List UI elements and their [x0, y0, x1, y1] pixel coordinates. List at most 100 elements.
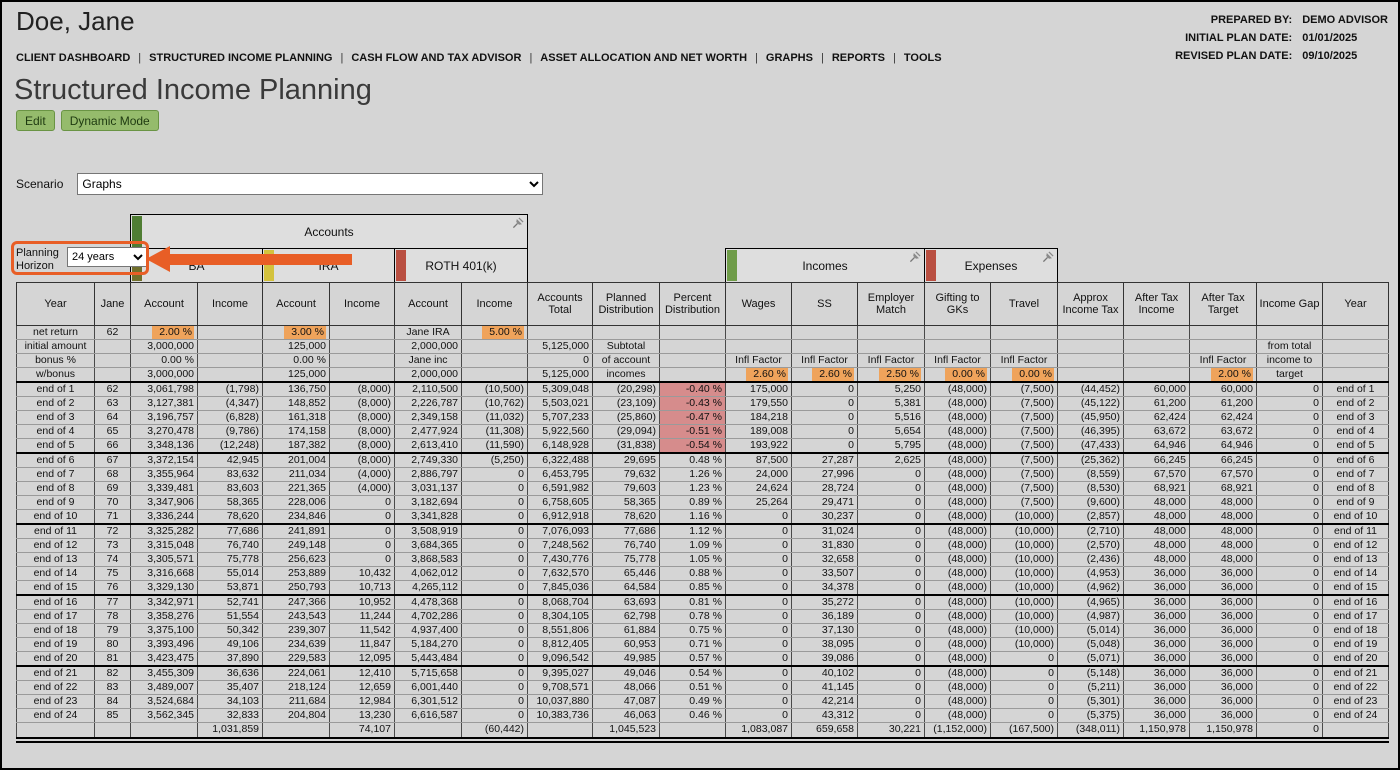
table-cell: 0	[857, 694, 925, 709]
table-cell: end of 4	[16, 424, 95, 439]
table-cell: 13,230	[329, 708, 395, 723]
table-cell: 3,455,309	[130, 665, 198, 681]
table-row: end of 24 85 3,562,345 32,833 204,804 13,230 6…	[16, 708, 1389, 723]
incomes-group-label: Incomes	[802, 258, 848, 273]
rate-input-cell[interactable]: 0.00 %	[924, 367, 991, 383]
table-row: end of 9 70 3,347,906 58,365 228,006 0 3,182,6…	[16, 495, 1389, 510]
table-cell: 0	[1256, 396, 1323, 411]
table-cell: (7,500)	[990, 452, 1058, 468]
nav-separator: |	[529, 52, 533, 64]
rate-input-cell[interactable]: 2.60 %	[791, 367, 858, 383]
nav-item-structured-income-planning[interactable]: STRUCTURED INCOME PLANNING	[149, 52, 332, 64]
table-cell	[262, 722, 330, 743]
ba-account-header: BA	[130, 248, 263, 283]
table-cell: 0	[857, 594, 925, 610]
table-cell: 5,125,000	[527, 367, 593, 383]
table-cell: 58,365	[592, 495, 660, 510]
table-cell: end of 17	[1322, 609, 1389, 624]
table-cell	[659, 722, 726, 743]
table-cell: (7,500)	[990, 410, 1058, 425]
column-header: Approx Income Tax	[1057, 282, 1124, 326]
table-cell: 249,148	[262, 538, 330, 553]
pin-icon[interactable]	[1042, 251, 1054, 263]
column-header: Wages	[725, 282, 792, 326]
table-cell: 0	[461, 708, 528, 723]
rate-input-cell[interactable]: 2.00 %	[130, 325, 198, 340]
table-cell: 83	[94, 680, 131, 695]
table-cell: 5,516	[857, 410, 925, 425]
table-cell: 3,061,798	[130, 381, 198, 397]
table-cell: 3,508,919	[394, 523, 462, 539]
roth-401k-account-header: ROTH 401(k)	[394, 248, 528, 283]
table-cell: 67,570	[1189, 467, 1257, 482]
table-cell: 189,008	[725, 424, 792, 439]
table-cell: 0.54 %	[659, 665, 726, 681]
table-cell: end of 11	[1322, 523, 1389, 539]
table-cell: 78,620	[197, 509, 263, 525]
table-cell: 7,845,036	[527, 580, 593, 596]
table-cell: (7,500)	[990, 467, 1058, 482]
rate-input-cell[interactable]: 0.00 %	[990, 367, 1058, 383]
table-cell: 5,795	[857, 438, 925, 454]
pin-icon[interactable]	[512, 217, 524, 229]
table-cell: 3,329,130	[130, 580, 198, 596]
table-cell: 29,695	[592, 452, 660, 468]
table-cell: 0	[1256, 381, 1323, 397]
table-cell: 48,000	[1123, 509, 1190, 525]
table-cell	[659, 367, 726, 383]
table-cell: 0	[461, 523, 528, 539]
table-cell: (48,000)	[924, 665, 991, 681]
revised-plan-date-label: REVISED PLAN DATE:	[1175, 50, 1293, 62]
table-cell: 0.57 %	[659, 651, 726, 667]
edit-button[interactable]: Edit	[16, 110, 55, 131]
prepared-by-label: PREPARED BY:	[1210, 14, 1293, 26]
rate-input-cell[interactable]: 2.50 %	[857, 367, 925, 383]
table-cell: (5,071)	[1057, 651, 1124, 667]
table-cell: (48,000)	[924, 708, 991, 723]
table-cell: 36,000	[1189, 651, 1257, 667]
nav-item-graphs[interactable]: GRAPHS	[766, 52, 813, 64]
table-cell: 74	[94, 552, 131, 567]
rate-input-cell[interactable]: 3.00 %	[262, 325, 330, 340]
accounts-group-label: Accounts	[304, 224, 354, 239]
nav-item-tools[interactable]: TOOLS	[904, 52, 942, 64]
rate-input-cell[interactable]: 2.00 %	[1189, 367, 1257, 383]
table-cell: 3,182,694	[394, 495, 462, 510]
table-cell: bonus %	[16, 353, 95, 368]
rate-input-cell[interactable]: 2.60 %	[725, 367, 792, 383]
table-cell: (10,000)	[990, 580, 1058, 596]
table-cell: 48,000	[1189, 509, 1257, 525]
table-cell: end of 4	[1322, 424, 1389, 439]
totals-row: 1,031,859 74,107 (60,442) 1,045,523 1,083,08…	[16, 722, 1389, 743]
dynamic-mode-button[interactable]: Dynamic Mode	[60, 110, 159, 131]
table-cell: 80	[94, 637, 131, 652]
table-cell: (4,965)	[1057, 594, 1124, 610]
column-header: Jane	[94, 282, 131, 326]
nav-item-asset-allocation-and-net-worth[interactable]: ASSET ALLOCATION AND NET WORTH	[540, 52, 747, 64]
table-cell: 5,654	[857, 424, 925, 439]
table-cell: (2,710)	[1057, 523, 1124, 539]
table-cell: 4,265,112	[394, 580, 462, 596]
nav-item-cash-flow-and-tax-advisor[interactable]: CASH FLOW AND TAX ADVISOR	[351, 52, 521, 64]
table-cell	[1057, 339, 1124, 354]
planning-horizon-select[interactable]: 24 years	[67, 247, 147, 267]
table-cell: 184,218	[725, 410, 792, 425]
scenario-select[interactable]: Graphs	[77, 173, 544, 195]
table-cell	[461, 353, 528, 368]
table-cell: (4,962)	[1057, 580, 1124, 596]
table-cell	[659, 325, 726, 340]
nav-item-reports[interactable]: REPORTS	[832, 52, 885, 64]
table-cell: end of 20	[1322, 651, 1389, 667]
column-header: Planned Distribution	[592, 282, 660, 326]
table-cell: 37,890	[197, 651, 263, 667]
pin-icon[interactable]	[909, 251, 921, 263]
nav-item-client-dashboard[interactable]: CLIENT DASHBOARD	[16, 52, 130, 64]
rate-input-cell[interactable]: 5.00 %	[461, 325, 528, 340]
table-cell: end of 14	[16, 566, 95, 581]
table-cell: end of 16	[16, 594, 95, 610]
table-cell: 1.09 %	[659, 538, 726, 553]
roth-color-swatch	[396, 250, 406, 281]
setup-row: w/bonus 3,000,000 125,000 2,000,000 5,125,00…	[16, 367, 1389, 383]
table-cell: 36,000	[1189, 609, 1257, 624]
table-cell: 36,000	[1189, 665, 1257, 681]
